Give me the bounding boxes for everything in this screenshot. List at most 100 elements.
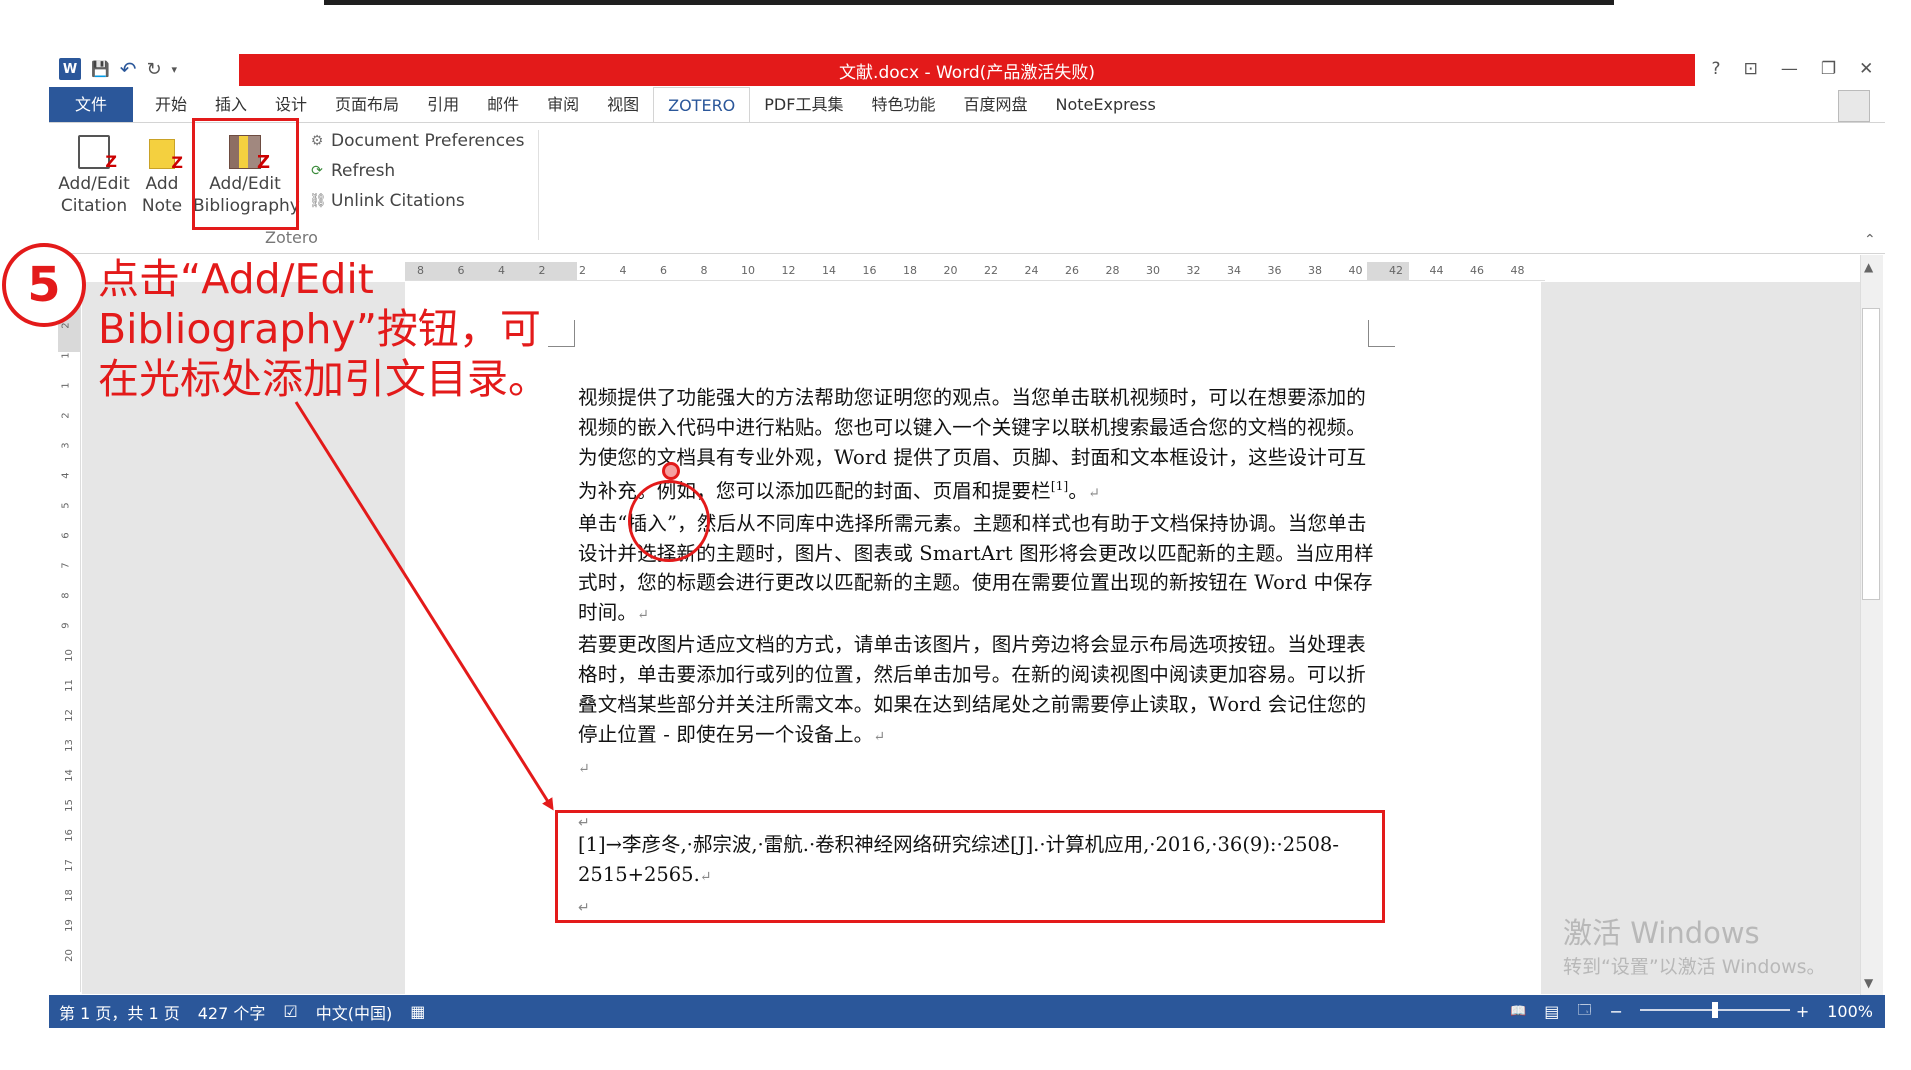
undo-icon[interactable]: ↶ (120, 57, 137, 81)
vruler-tick: 17 (63, 859, 75, 872)
refresh-button[interactable]: ⟳ Refresh (309, 161, 395, 181)
ruler-tick: 20 (943, 264, 958, 277)
tab-noteexpress[interactable]: NoteExpress (1042, 87, 1170, 123)
user-avatar[interactable] (1838, 90, 1870, 122)
restore-icon[interactable]: ❐ (1821, 59, 1836, 79)
ruler-tick: 2 (579, 264, 586, 277)
tab-references[interactable]: 引用 (413, 87, 473, 123)
tab-view[interactable]: 视图 (593, 87, 653, 123)
bibliography-entry[interactable]: [1]→李彦冬,·郝宗波,·雷航.·卷积神经网络研究综述[J].·计算机应用,·… (578, 830, 1368, 892)
vruler-tick: 2 (60, 412, 72, 419)
highlight-bibliography-button (192, 118, 299, 230)
tab-zotero[interactable]: ZOTERO (653, 86, 751, 124)
tab-special-features[interactable]: 特色功能 (857, 87, 949, 123)
page-corner-mark-right (1368, 320, 1395, 347)
ruler-tick: 48 (1510, 264, 1525, 277)
add-edit-citation-label-2: Citation (60, 196, 128, 216)
zoom-out-button[interactable]: − (1609, 1002, 1622, 1021)
bibliography-text: [1]→李彦冬,·郝宗波,·雷航.·卷积神经网络研究综述[J].·计算机应用,·… (578, 833, 1339, 886)
add-note-label-2: Note (141, 196, 183, 216)
vruler-tick: 1 (60, 352, 72, 359)
status-bar: 第 1 页，共 1 页 427 个字 ☑ 中文(中国) ▦ 📖 ▤ 🗔 − + … (49, 995, 1885, 1028)
add-note-button[interactable]: Add Note (137, 135, 187, 217)
citation-mark: [1] (1050, 479, 1069, 494)
customize-qat-icon[interactable]: ▾ (172, 63, 178, 76)
ribbon-tabs: 文件 开始 插入 设计 页面布局 引用 邮件 审阅 视图 ZOTERO PDF工… (49, 86, 1885, 124)
vruler-tick: 2 (60, 322, 72, 329)
window-controls: ? ⊡ — ❐ ✕ (1700, 54, 1885, 84)
ruler-tick: 16 (862, 264, 877, 277)
vruler-tick: 11 (63, 679, 75, 692)
ruler-tick: 30 (1146, 264, 1160, 277)
close-icon[interactable]: ✕ (1859, 59, 1873, 79)
top-edge-bar (324, 0, 1614, 5)
paragraph-mark: ↵ (873, 728, 886, 745)
paragraph-mark: ↵ (1088, 485, 1101, 502)
vruler-tick: 19 (63, 919, 75, 932)
ruler-tick: 36 (1267, 264, 1282, 277)
collapse-ribbon-icon[interactable]: ⌃ (1864, 232, 1876, 248)
page-count[interactable]: 第 1 页，共 1 页 (59, 1000, 180, 1024)
vruler-tick: 3 (60, 442, 72, 449)
unlink-icon: ⛓ (309, 193, 327, 209)
unlink-citations-button[interactable]: ⛓ Unlink Citations (309, 191, 465, 211)
paragraph-1-text: 视频提供了功能强大的方法帮助您证明您的观点。当您单击联机视频时，可以在想要添加的… (578, 386, 1367, 503)
ribbon-display-options-icon[interactable]: ⊡ (1744, 59, 1758, 79)
vruler-tick: 15 (63, 799, 75, 812)
language-indicator[interactable]: 中文(中国) (316, 1000, 393, 1024)
ruler-tick: 28 (1105, 264, 1120, 277)
print-layout-icon[interactable]: ▤ (1544, 1002, 1559, 1021)
minimize-icon[interactable]: — (1781, 59, 1798, 79)
scroll-up-icon[interactable]: ▲ (1864, 260, 1873, 274)
ruler-tick: 32 (1186, 264, 1201, 277)
zoom-slider-knob[interactable] (1712, 1002, 1718, 1018)
vruler-tick: 7 (60, 562, 72, 569)
tab-pdf-tools[interactable]: PDF工具集 (750, 87, 857, 123)
macro-icon[interactable]: ▦ (410, 1002, 425, 1021)
refresh-label: Refresh (331, 161, 396, 181)
citation-doc-icon (78, 135, 117, 173)
document-body[interactable]: 视频提供了功能强大的方法帮助您证明您的观点。当您单击联机视频时，可以在想要添加的… (578, 383, 1378, 784)
zoom-in-button[interactable]: + (1796, 1002, 1809, 1021)
redo-icon[interactable]: ↻ (146, 59, 161, 80)
vruler-tick: 13 (63, 739, 75, 752)
ruler-tick: 46 (1470, 264, 1484, 277)
read-mode-icon[interactable]: 📖 (1510, 1004, 1526, 1019)
tab-baidu-netdisk[interactable]: 百度网盘 (949, 87, 1041, 123)
scroll-down-icon[interactable]: ▼ (1864, 976, 1873, 990)
ruler-tick: 6 (660, 264, 667, 277)
gear-icon: ⚙ (310, 133, 324, 149)
ruler-tick: 22 (984, 264, 998, 277)
ribbon-group-label: Zotero (265, 228, 318, 247)
scrollbar-thumb[interactable] (1862, 308, 1880, 600)
ruler-tick: 44 (1429, 264, 1444, 277)
help-icon[interactable]: ? (1712, 59, 1721, 79)
cursor-dot (662, 462, 680, 480)
ruler-tick: 40 (1348, 264, 1363, 277)
ruler-tick: 34 (1227, 264, 1241, 277)
window-title-bar: 文献.docx - Word(产品激活失败) (239, 54, 1695, 86)
quick-access-toolbar: W 💾 ↶ ↻ ▾ (49, 54, 239, 84)
refresh-icon: ⟳ (311, 163, 323, 179)
vertical-ruler[interactable]: L 3211234567891011121314151617181920 (58, 262, 81, 992)
tab-file[interactable]: 文件 (49, 87, 133, 123)
step-instruction: 点击“Add/Edit Bibliography”按钮，可在光标处添加引文目录。 (98, 255, 549, 403)
save-icon[interactable]: 💾 (91, 60, 110, 78)
vruler-tick: 12 (63, 709, 75, 722)
tab-page-layout[interactable]: 页面布局 (321, 87, 413, 123)
document-preferences-button[interactable]: ⚙ Document Preferences (309, 131, 525, 151)
proofing-icon[interactable]: ☑ (283, 1002, 297, 1021)
cursor-highlight-circle (628, 480, 710, 562)
tab-mailings[interactable]: 邮件 (473, 87, 533, 123)
citation-tail: 。 (1068, 479, 1089, 503)
ruler-tick: 24 (1024, 264, 1039, 277)
word-count[interactable]: 427 个字 (198, 1000, 266, 1024)
tab-review[interactable]: 审阅 (533, 87, 593, 123)
add-edit-citation-button[interactable]: Add/Edit Citation (55, 135, 133, 217)
web-layout-icon[interactable]: 🗔 (1577, 1001, 1591, 1023)
unlink-citations-label: Unlink Citations (331, 191, 465, 211)
vruler-tick: 14 (63, 769, 75, 782)
zoom-level[interactable]: 100% (1827, 1002, 1873, 1021)
paragraph-mark: ↵ (699, 869, 712, 885)
activation-watermark-title: 激活 Windows (1563, 916, 1760, 950)
